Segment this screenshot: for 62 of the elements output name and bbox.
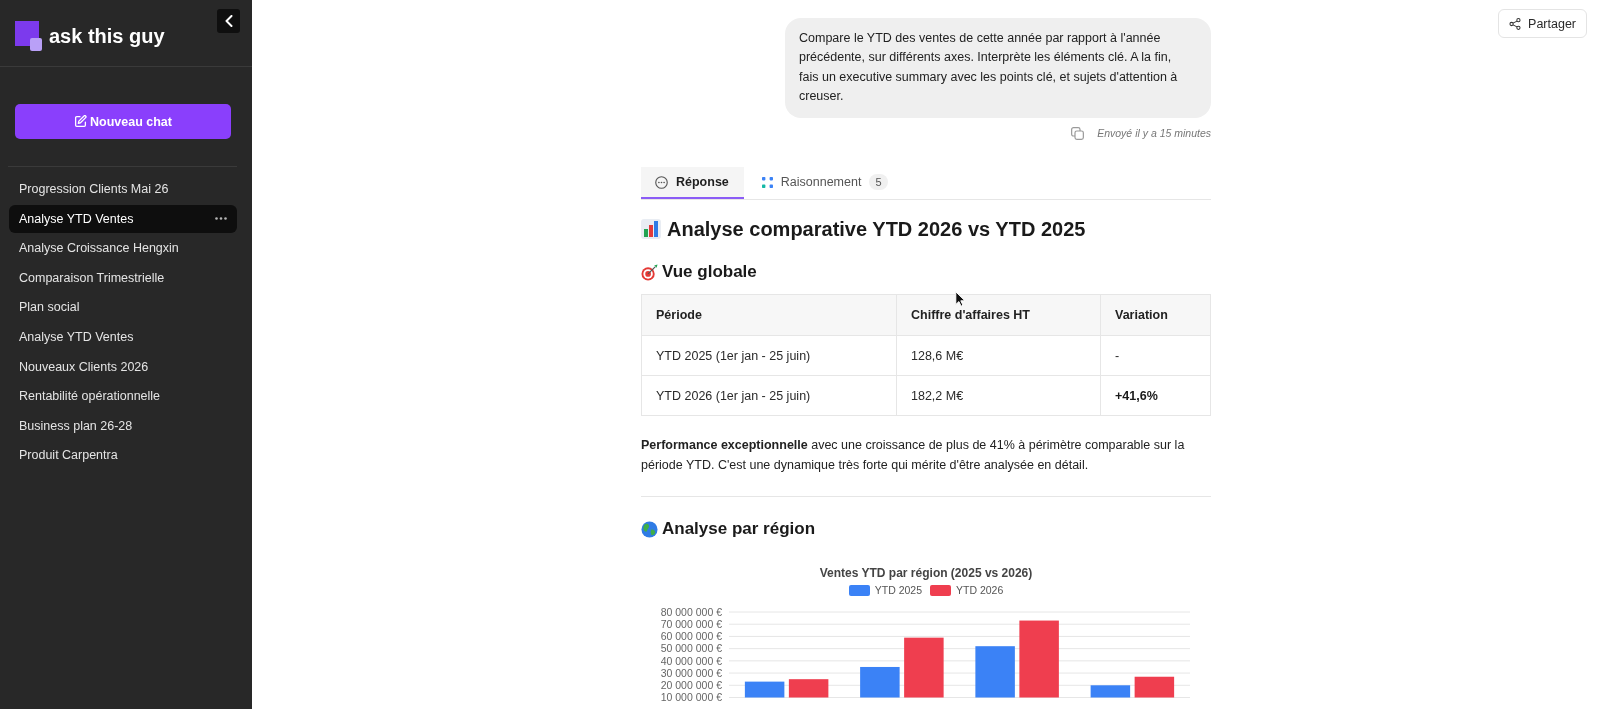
bar xyxy=(788,679,829,698)
tab[interactable]: Raisonnement 5 xyxy=(747,167,902,200)
more-icon[interactable] xyxy=(215,217,227,221)
column-header: Chiffre d'affaires HT xyxy=(896,294,1101,336)
legend-label[interactable]: YTD 2025 xyxy=(874,584,922,597)
conversation-item[interactable]: Comparaison Trimestrielle xyxy=(9,263,237,292)
axis-label: 60 000 000 € xyxy=(660,630,722,643)
share-icon xyxy=(1509,17,1522,30)
count-badge: 5 xyxy=(869,174,888,191)
logo-text: ask this guy xyxy=(49,24,165,48)
conversation-item[interactable]: Analyse YTD Ventes xyxy=(9,204,237,233)
table-cell: - xyxy=(1100,335,1211,376)
new-chat-button[interactable]: Nouveau chat xyxy=(15,104,231,139)
conversation-item[interactable]: Produit Carpentra xyxy=(9,441,237,470)
cursor-icon xyxy=(955,291,966,307)
sent-time: Envoyé il y a 15 minutes xyxy=(1097,127,1211,140)
table-cell: +41,6% xyxy=(1100,375,1211,416)
legend-label[interactable]: YTD 2026 xyxy=(956,584,1004,597)
collapse-sidebar-button[interactable] xyxy=(217,9,240,33)
user-message: Compare le YTD des ventes de cette année par rapport à l'année précédente, sur différents axes. Interprète les éléments clé. A la fin, fais un executive summary avec les points clé, et sujets d'attention à creuser. xyxy=(785,18,1211,119)
bar xyxy=(860,667,900,698)
axis-label: 10 000 000 € xyxy=(660,691,722,704)
axis-label: 20 000 000 € xyxy=(660,679,722,692)
tab[interactable]: Réponse xyxy=(641,167,744,200)
chart-title: Ventes YTD par région (2025 vs 2026) xyxy=(819,565,1033,582)
paragraph: Performance exceptionnelle avec une croissance de plus de 41% à périmètre comparable sur la période YTD. C'est une dynamique très forte qui mérite d'être analysée en détail. xyxy=(641,437,1186,475)
conversation-item[interactable]: Plan social xyxy=(9,293,237,322)
conversation-item[interactable]: Rentabilité opérationnelle xyxy=(9,382,237,411)
bar-chart-icon xyxy=(641,219,661,240)
bar xyxy=(904,637,944,698)
table-cell: YTD 2026 (1er jan - 25 juin) xyxy=(641,375,897,416)
share-button[interactable]: Partager xyxy=(1498,9,1587,38)
logo-icon xyxy=(15,21,42,51)
table-cell: 128,6 M€ xyxy=(896,335,1101,376)
conversation-item[interactable]: Analyse Croissance Hengxin xyxy=(9,234,237,263)
chat-bubble-icon xyxy=(655,175,668,189)
axis-label: 70 000 000 € xyxy=(660,618,722,631)
table-cell: 182,2 M€ xyxy=(896,375,1101,416)
column-header: Période xyxy=(641,294,897,336)
bar xyxy=(975,646,1015,698)
conversation-item[interactable]: Nouveaux Clients 2026 xyxy=(9,352,237,381)
axis-label: 50 000 000 € xyxy=(660,642,722,655)
target-icon xyxy=(641,263,658,281)
section-heading: Vue globale xyxy=(662,261,757,284)
column-header: Variation xyxy=(1100,294,1211,336)
conversation-item[interactable]: Business plan 26-28 xyxy=(9,411,237,440)
axis-label: 40 000 000 € xyxy=(660,654,722,667)
section-heading: Analyse par région xyxy=(662,518,816,541)
table-cell: YTD 2025 (1er jan - 25 juin) xyxy=(641,335,897,376)
axis-label: 30 000 000 € xyxy=(660,667,722,680)
bar xyxy=(744,681,785,698)
dots-icon xyxy=(761,176,773,188)
answer-title: Analyse comparative YTD 2026 vs YTD 2025 xyxy=(667,217,1086,243)
bar xyxy=(1134,676,1175,698)
bar xyxy=(1090,685,1131,698)
globe-icon xyxy=(641,520,658,538)
chevron-left-icon xyxy=(224,15,233,27)
axis-label: 80 000 000 € xyxy=(660,606,722,618)
conversation-item[interactable]: Analyse YTD Ventes xyxy=(9,322,237,351)
copy-icon[interactable] xyxy=(1071,126,1085,140)
conversation-item[interactable]: Progression Clients Mai 26 xyxy=(9,175,237,203)
edit-icon xyxy=(74,115,87,128)
